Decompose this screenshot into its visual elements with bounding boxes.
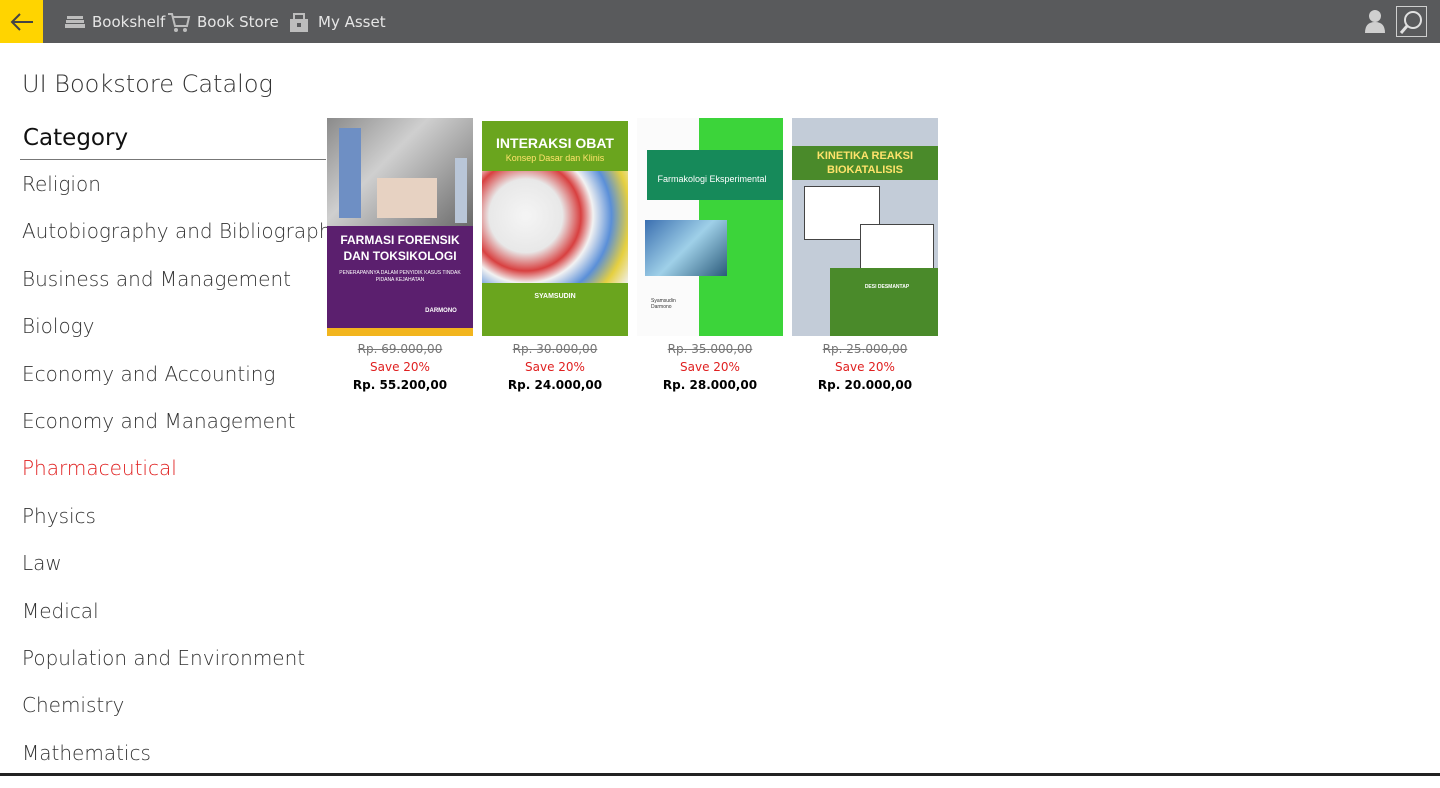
book-cover[interactable]: Farmakologi Eksperimental Syamsudin Darm… bbox=[637, 118, 783, 336]
cart-icon bbox=[167, 11, 191, 33]
category-item-biology[interactable]: Biology bbox=[22, 314, 343, 361]
category-item-mathematics[interactable]: Mathematics bbox=[22, 741, 343, 788]
book-price-original: Rp. 35.000,00 bbox=[667, 342, 753, 356]
book-discount: Save 20% bbox=[525, 360, 585, 374]
nav-book-store-label: Book Store bbox=[197, 12, 279, 31]
nav-my-asset[interactable]: My Asset bbox=[288, 0, 386, 43]
book-cover-title: KINETIKA REAKSI BIOKATALISIS bbox=[816, 150, 914, 176]
book-cover-title: INTERAKSI OBAT bbox=[496, 135, 614, 151]
book-price: Rp. 24.000,00 bbox=[507, 378, 603, 392]
book-discount: Save 20% bbox=[680, 360, 740, 374]
asset-icon bbox=[288, 11, 312, 33]
book-cover-author: DESI DESMANTAP bbox=[864, 284, 910, 290]
back-arrow-icon bbox=[10, 12, 33, 31]
book-cover[interactable]: INTERAKSI OBAT Konsep Dasar dan Klinis S… bbox=[482, 121, 628, 336]
page-title: UI Bookstore Catalog bbox=[22, 70, 273, 98]
category-item-physics[interactable]: Physics bbox=[22, 504, 343, 551]
book-discount: Save 20% bbox=[835, 360, 895, 374]
category-item-autobiography[interactable]: Autobiography and Bibliography bbox=[22, 219, 343, 266]
category-header: Category bbox=[20, 124, 326, 160]
search-icon bbox=[1399, 10, 1422, 34]
book-cover-subtitle: PENERAPANNYA DALAM PENYIDIK KASUS TINDAK… bbox=[339, 270, 461, 283]
category-header-label: Category bbox=[23, 125, 129, 151]
nav-book-store[interactable]: Book Store bbox=[167, 0, 279, 43]
category-item-economy-accounting[interactable]: Economy and Accounting bbox=[22, 362, 343, 409]
nav-bookshelf-label: Bookshelf bbox=[92, 12, 166, 31]
book-price: Rp. 20.000,00 bbox=[817, 378, 913, 392]
book-cover-title: FARMASI FORENSIK DAN TOKSIKOLOGI bbox=[340, 233, 460, 263]
user-button[interactable] bbox=[1363, 8, 1387, 34]
category-item-law[interactable]: Law bbox=[22, 551, 343, 598]
book-cover[interactable]: KINETIKA REAKSI BIOKATALISIS DESI DESMAN… bbox=[792, 118, 938, 336]
search-button[interactable] bbox=[1396, 6, 1427, 37]
top-bar: Bookshelf Book Store My Asset bbox=[0, 0, 1440, 43]
book-cover-subtitle: Konsep Dasar dan Klinis bbox=[505, 153, 605, 163]
category-list: Religion Autobiography and Bibliography … bbox=[22, 172, 343, 788]
category-item-economy-management[interactable]: Economy and Management bbox=[22, 409, 343, 456]
nav-bookshelf[interactable]: Bookshelf bbox=[64, 0, 165, 43]
nav-my-asset-label: My Asset bbox=[318, 12, 386, 31]
book-price-original: Rp. 25.000,00 bbox=[822, 342, 908, 356]
book-discount: Save 20% bbox=[370, 360, 430, 374]
book-cover-author: DARMONO bbox=[425, 308, 457, 314]
book-cover-author: SYAMSUDIN bbox=[534, 293, 576, 300]
back-button[interactable] bbox=[0, 0, 43, 43]
category-item-business[interactable]: Business and Management bbox=[22, 267, 343, 314]
book-cover-author: Syamsudin Darmono bbox=[651, 298, 676, 310]
category-item-pharmaceutical[interactable]: Pharmaceutical bbox=[22, 456, 343, 503]
category-item-medical[interactable]: Medical bbox=[22, 599, 343, 646]
bookshelf-icon bbox=[64, 13, 86, 31]
book-price-original: Rp. 69.000,00 bbox=[357, 342, 443, 356]
book-price: Rp. 28.000,00 bbox=[662, 378, 758, 392]
category-item-population[interactable]: Population and Environment bbox=[22, 646, 343, 693]
book-cover-title: Farmakologi Eksperimental bbox=[657, 174, 767, 184]
book-price: Rp. 55.200,00 bbox=[352, 378, 448, 392]
category-item-religion[interactable]: Religion bbox=[22, 172, 343, 219]
book-cover[interactable]: FARMASI FORENSIK DAN TOKSIKOLOGI PENERAP… bbox=[327, 118, 473, 336]
user-icon bbox=[1365, 10, 1385, 33]
book-price-original: Rp. 30.000,00 bbox=[512, 342, 598, 356]
category-item-chemistry[interactable]: Chemistry bbox=[22, 693, 343, 740]
